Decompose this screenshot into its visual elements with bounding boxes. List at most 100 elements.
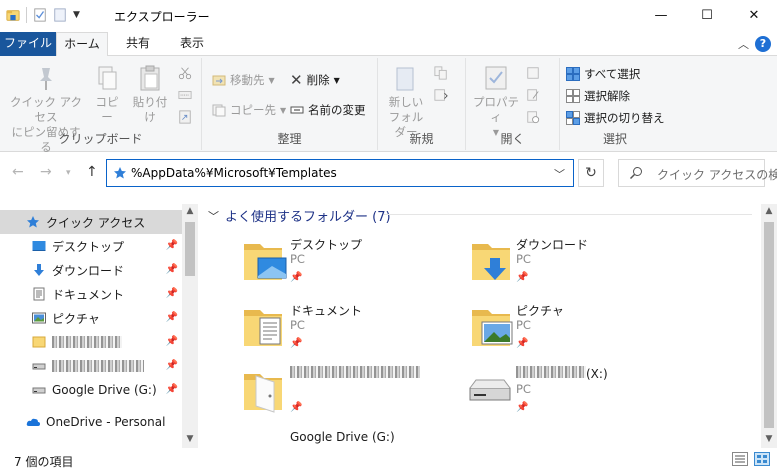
pinned-icon: 📌 xyxy=(165,264,178,275)
tab-share[interactable]: 共有 xyxy=(116,32,160,56)
copy-to-label: コピー先 xyxy=(230,103,276,117)
scroll-down-icon[interactable]: ▼ xyxy=(761,434,777,444)
refresh-button[interactable]: ↻ xyxy=(578,159,604,187)
select-group: すべて選択 選択解除 選択の切り替え 選択 xyxy=(560,58,670,150)
pinned-icon: 📌 xyxy=(165,360,178,371)
invert-selection-icon xyxy=(566,111,580,125)
document-icon xyxy=(33,287,45,301)
scroll-up-icon[interactable]: ▲ xyxy=(182,206,198,216)
select-group-label: 選択 xyxy=(602,132,627,146)
minimize-button[interactable]: — xyxy=(638,0,684,30)
help-icon[interactable]: ? xyxy=(755,36,771,52)
search-placeholder: クイック アクセスの検... xyxy=(657,168,777,182)
close-button[interactable]: ✕ xyxy=(731,0,777,30)
nav-pane-scrollbar[interactable]: ▲ ▼ xyxy=(182,204,198,448)
paste-shortcut-icon[interactable] xyxy=(178,110,192,124)
folder-tile-downloads[interactable]: ダウンロード PC 📌 xyxy=(470,236,694,302)
edit-icon[interactable] xyxy=(526,88,540,102)
minimize-icon: — xyxy=(654,7,668,23)
tile-location: PC xyxy=(516,252,531,266)
cut-icon[interactable] xyxy=(178,66,192,80)
nav-label: Google Drive (G:) xyxy=(52,383,157,397)
invert-selection-button[interactable]: 選択の切り替え xyxy=(566,110,665,126)
move-to-button[interactable]: 移動先 ▼ xyxy=(212,72,275,88)
delete-dropdown-icon: ▼ xyxy=(333,75,340,85)
tile-name: (X:) xyxy=(516,366,608,381)
open-icon[interactable] xyxy=(526,66,540,80)
folder-open-icon xyxy=(244,374,282,413)
nav-item-quick-access[interactable]: クイック アクセス xyxy=(0,210,182,234)
explorer-folder-icon xyxy=(6,10,20,21)
content-scrollbar[interactable]: ▲ ▼ xyxy=(761,204,777,448)
tab-file[interactable]: ファイル xyxy=(0,32,56,56)
recent-locations-chevron-icon[interactable]: ▾ xyxy=(66,168,71,178)
search-box[interactable]: クイック アクセスの検... xyxy=(618,159,777,187)
navigation-pane: クイック アクセス デスクトップ 📌 ダウンロード 📌 ドキュメント 📌 ピクチ… xyxy=(0,204,198,448)
close-icon: ✕ xyxy=(748,7,760,23)
pinned-icon: 📌 xyxy=(165,312,178,323)
address-bar[interactable]: %AppData%¥Microsoft¥Templates ﹀ xyxy=(106,159,574,187)
tile-name: デスクトップ xyxy=(290,238,363,252)
scrollbar-thumb[interactable] xyxy=(764,222,774,428)
folder-tile-documents[interactable]: ドキュメント PC 📌 xyxy=(242,302,466,368)
copy-button[interactable]: コピー xyxy=(90,64,124,125)
new-folder-button[interactable]: 新しい フォルダー xyxy=(384,64,428,140)
up-arrow-icon[interactable]: ↑ xyxy=(86,164,98,180)
ribbon-collapse-chevron-icon[interactable]: ︿ xyxy=(738,36,749,52)
window-title: エクスプローラー xyxy=(114,10,210,24)
back-arrow-icon[interactable]: ← xyxy=(12,164,24,180)
select-all-button[interactable]: すべて選択 xyxy=(566,66,640,82)
pinned-icon: 📌 xyxy=(165,240,178,251)
tile-location: PC xyxy=(516,318,531,332)
nav-label: OneDrive - Personal xyxy=(46,415,166,429)
nav-item-onedrive[interactable]: OneDrive - Personal xyxy=(0,410,182,434)
scroll-down-icon[interactable]: ▼ xyxy=(182,434,198,444)
address-dropdown-chevron-icon[interactable]: ﹀ xyxy=(554,166,565,182)
new-folder-qat-icon[interactable] xyxy=(53,8,67,22)
nav-item-redacted-folder[interactable]: 📌 xyxy=(0,330,182,354)
nav-item-desktop[interactable]: デスクトップ 📌 xyxy=(0,234,182,258)
scroll-up-icon[interactable]: ▲ xyxy=(761,206,777,216)
tile-name: Google Drive (G:) xyxy=(290,430,395,444)
properties-button[interactable]: プロパティ ▼ xyxy=(470,64,522,140)
select-none-button[interactable]: 選択解除 xyxy=(566,88,630,104)
scrollbar-thumb[interactable] xyxy=(185,222,195,276)
properties-check-icon[interactable] xyxy=(33,8,47,22)
easy-access-icon[interactable] xyxy=(434,88,448,102)
folder-tile-pictures[interactable]: ピクチャ PC 📌 xyxy=(470,302,694,368)
nav-item-google-drive[interactable]: Google Drive (G:) 📌 xyxy=(0,378,182,402)
tile-name: ピクチャ xyxy=(516,304,564,318)
nav-item-documents[interactable]: ドキュメント 📌 xyxy=(0,282,182,306)
details-view-icon[interactable] xyxy=(732,452,748,466)
tab-home[interactable]: ホーム xyxy=(56,32,108,57)
pinned-icon: 📌 xyxy=(165,336,178,347)
forward-arrow-icon[interactable]: → xyxy=(40,164,52,180)
nav-item-redacted-drive[interactable]: 📌 xyxy=(0,354,182,378)
new-item-icon[interactable] xyxy=(434,66,448,80)
qat-separator xyxy=(26,7,27,23)
qat-customize-dropdown-icon[interactable]: ▼ xyxy=(73,10,80,20)
maximize-button[interactable]: ☐ xyxy=(684,0,730,30)
open-group-label: 開く xyxy=(500,132,525,146)
delete-button[interactable]: ✕ 削除 ▼ xyxy=(290,72,340,88)
drive-tile-google-drive[interactable]: Google Drive (G:) xyxy=(242,430,466,448)
copy-to-button[interactable]: コピー先 ▼ xyxy=(212,102,286,118)
drive-tile-x[interactable]: (X:) PC 📌 xyxy=(466,366,690,432)
copy-path-icon[interactable] xyxy=(178,88,192,102)
move-to-dropdown-icon: ▼ xyxy=(268,75,275,85)
history-icon[interactable] xyxy=(526,110,540,124)
tile-name-redacted xyxy=(290,366,420,378)
tab-view[interactable]: 表示 xyxy=(170,32,214,56)
folder-tile-redacted[interactable]: 📌 xyxy=(242,366,466,432)
rename-button[interactable]: 名前の変更 xyxy=(290,102,366,118)
paste-button[interactable]: 貼り付け xyxy=(128,64,172,125)
address-path[interactable]: %AppData%¥Microsoft¥Templates xyxy=(131,166,337,180)
paste-label: 貼り付け xyxy=(132,95,168,124)
frequent-folders-header[interactable]: ﹀ よく使用するフォルダー (7) xyxy=(208,206,391,226)
folder-tile-desktop[interactable]: デスクトップ PC 📌 xyxy=(242,236,466,302)
nav-item-downloads[interactable]: ダウンロード 📌 xyxy=(0,258,182,282)
nav-item-pictures[interactable]: ピクチャ 📌 xyxy=(0,306,182,330)
downloads-folder-icon xyxy=(472,244,510,280)
move-to-icon xyxy=(212,75,226,86)
large-icons-view-icon[interactable] xyxy=(754,452,770,466)
